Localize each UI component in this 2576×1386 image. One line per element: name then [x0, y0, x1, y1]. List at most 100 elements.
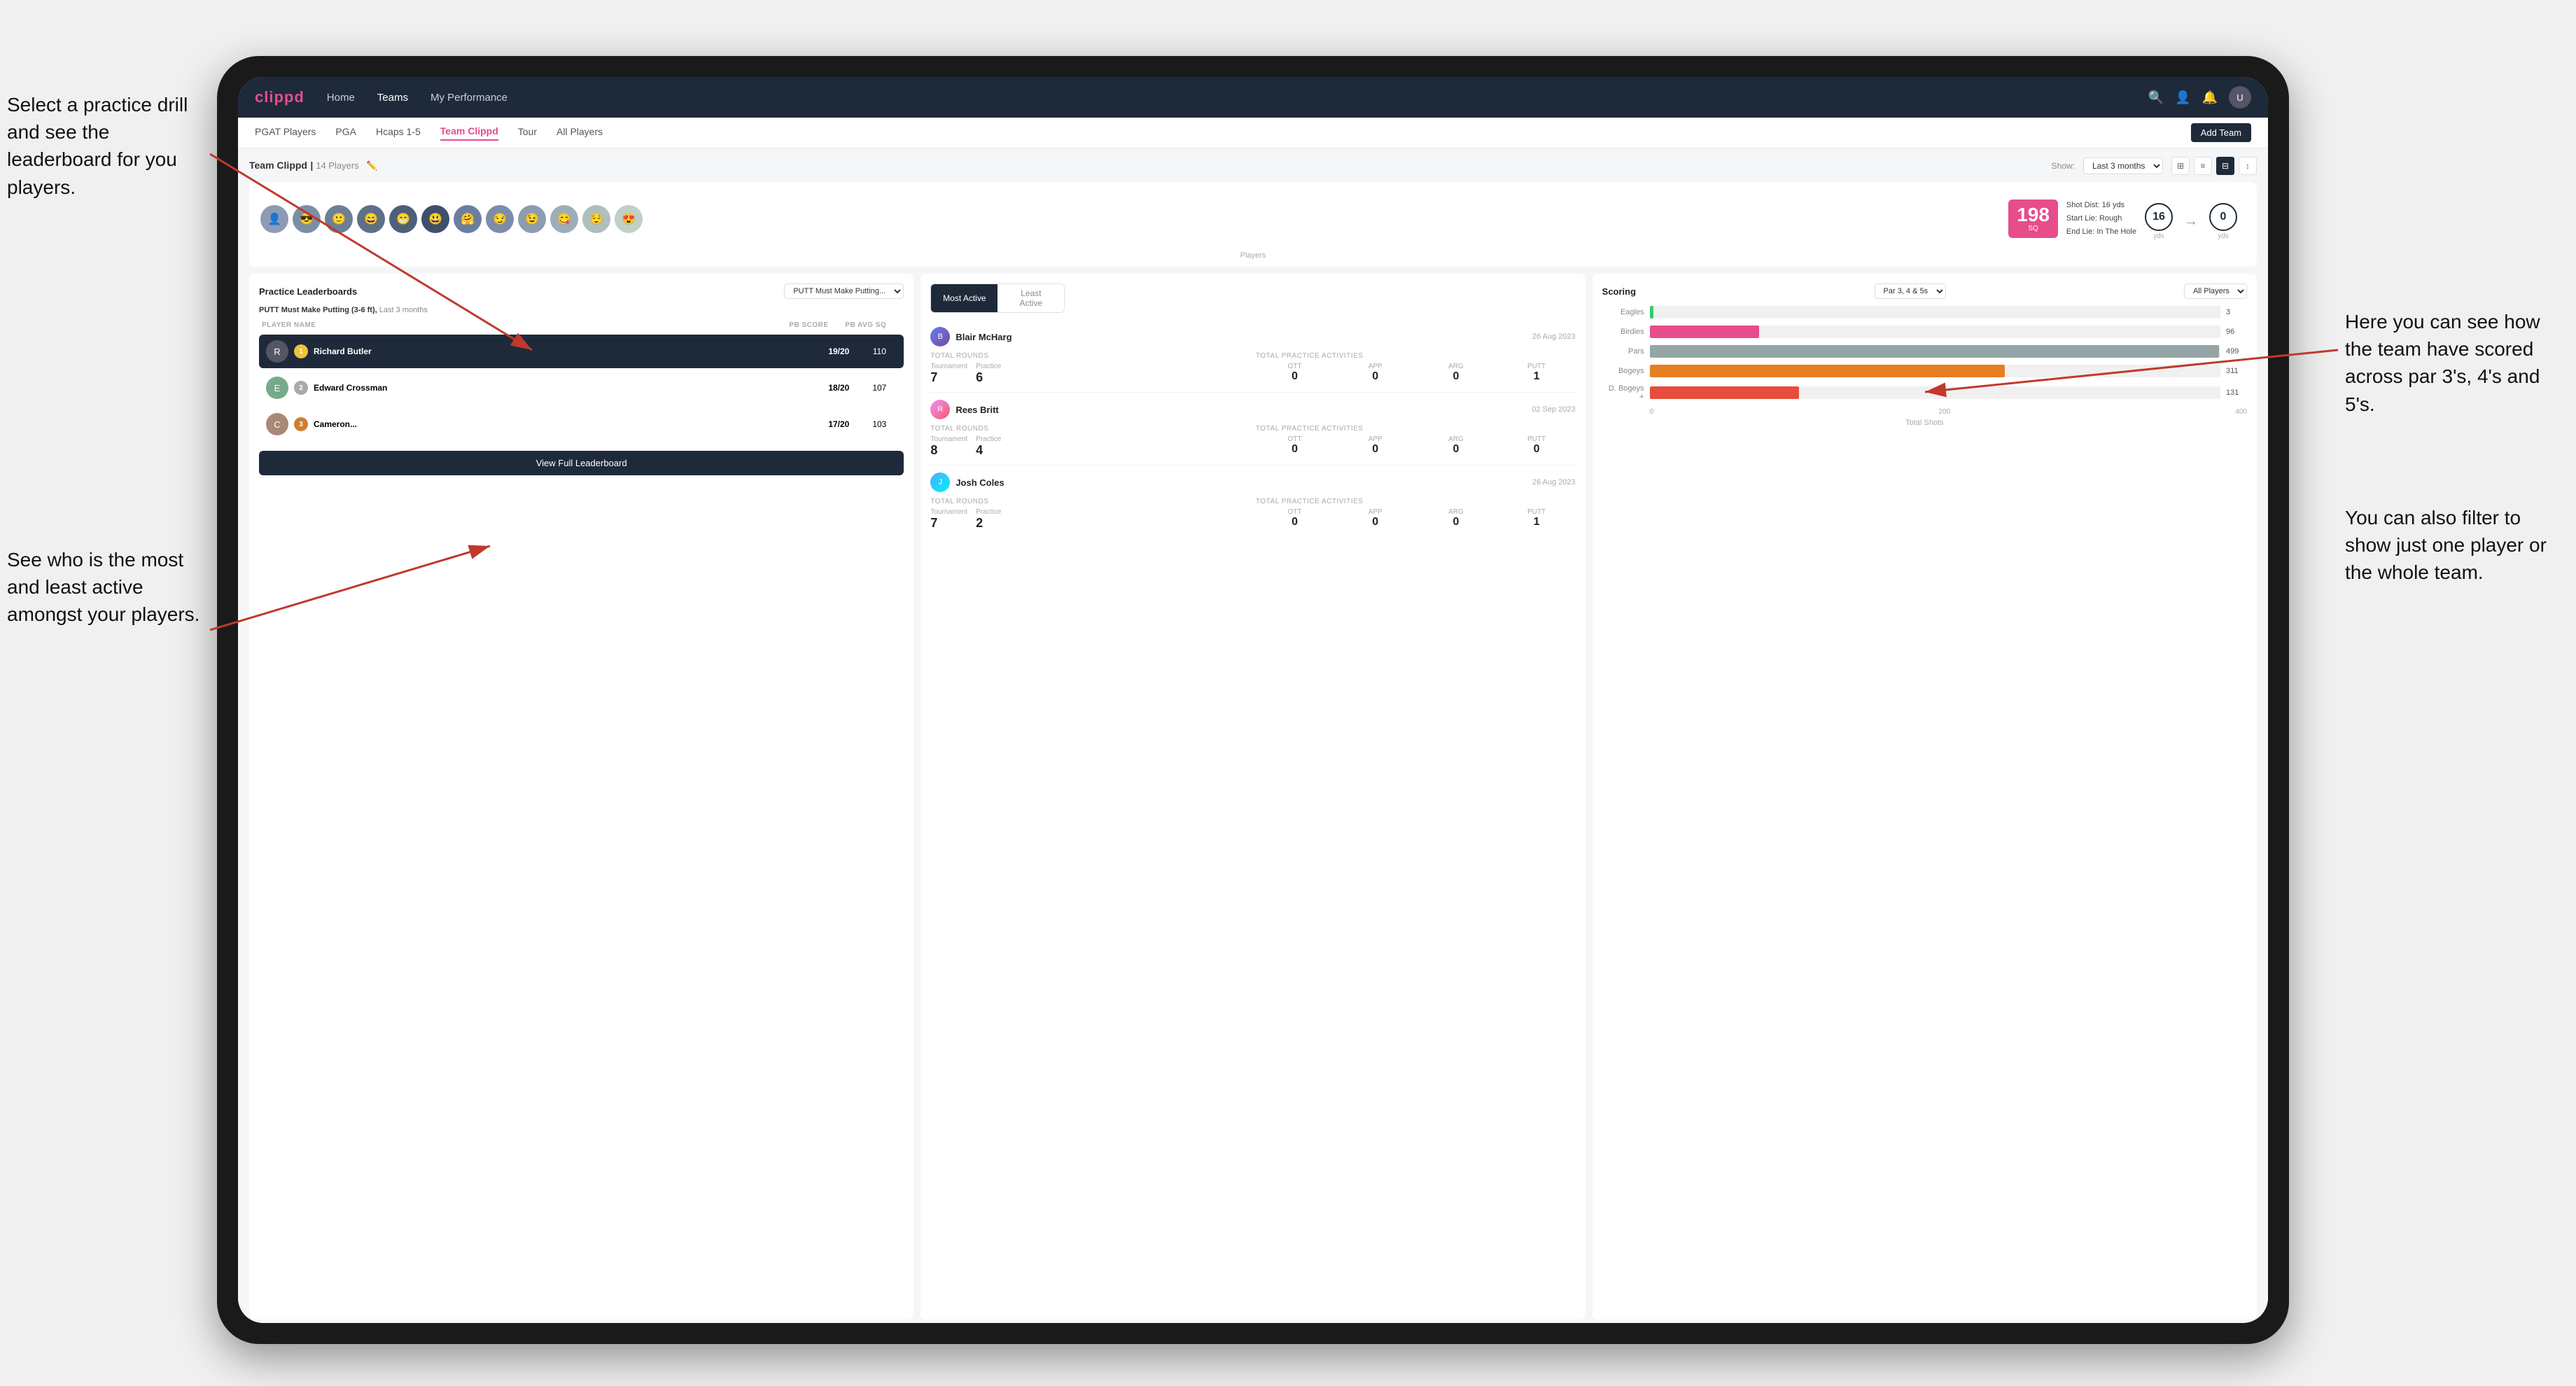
edit-team-icon[interactable]: ✏️: [366, 160, 377, 171]
activity-player-info-2: R Rees Britt: [930, 400, 998, 419]
practice-activities-1: Total Practice Activities OTT 0 APP 0: [1256, 352, 1576, 385]
tab-pga[interactable]: PGA: [335, 126, 356, 140]
stats-section-2: Total Rounds Tournament 8 Practice 4: [930, 425, 1575, 458]
yardage-end: 0 yds: [2209, 203, 2237, 240]
activity-date-3: 26 Aug 2023: [1532, 478, 1576, 486]
logo: clippd: [255, 88, 304, 106]
yardage-start: 16 yds: [2145, 203, 2173, 240]
user-icon[interactable]: 👤: [2175, 90, 2190, 105]
annotation-top-left: Select a practice drill and see the lead…: [7, 91, 203, 201]
bar-row-birdies: Birdies 96: [1602, 326, 2247, 338]
pa-values-2: OTT 0 APP 0 ARG 0: [1256, 435, 1576, 456]
activity-avatar-3: J: [930, 472, 950, 492]
bar-fill-birdies: [1650, 326, 1760, 338]
player-avatar-4[interactable]: 😄: [357, 205, 385, 233]
player-avatar-11[interactable]: 😌: [582, 205, 610, 233]
rank-badge-3: 3: [294, 417, 308, 431]
least-active-toggle[interactable]: Least Active: [997, 284, 1064, 312]
search-icon[interactable]: 🔍: [2148, 90, 2164, 105]
player-score-3: 17/20: [821, 419, 856, 429]
avatar[interactable]: U: [2229, 86, 2251, 108]
leaderboard-row-1: R 1 Richard Butler 19/20 110: [259, 335, 904, 368]
activity-name-1: Blair McHarg: [955, 332, 1011, 342]
player-avg-2: 107: [862, 383, 897, 393]
ipad-frame: clippd Home Teams My Performance 🔍 👤 🔔 U…: [217, 56, 2289, 1344]
add-team-button[interactable]: Add Team: [2191, 123, 2251, 142]
tournament-stat-3: Tournament 7: [930, 508, 967, 531]
view-list-icon[interactable]: ≡: [2194, 157, 2212, 175]
bell-icon[interactable]: 🔔: [2202, 90, 2218, 105]
nav-home[interactable]: Home: [327, 92, 355, 104]
rank-badge-1: 1: [294, 344, 308, 358]
players-filter-select[interactable]: All Players: [2184, 284, 2247, 299]
tournament-stat-2: Tournament 8: [930, 435, 967, 458]
app-1: APP 0: [1336, 363, 1414, 383]
player-avatar-7[interactable]: 🤗: [454, 205, 482, 233]
scoring-header: Scoring Par 3, 4 & 5s All Players: [1602, 284, 2247, 299]
most-active-toggle[interactable]: Most Active: [931, 284, 997, 312]
nav-teams[interactable]: Teams: [377, 92, 408, 104]
practice-activities-3: Total Practice Activities OTT 0 APP 0: [1256, 498, 1576, 531]
rounds-values-2: Tournament 8 Practice 4: [930, 435, 1250, 458]
tab-team-clippd[interactable]: Team Clippd: [440, 125, 498, 141]
subnav-right: Add Team: [2191, 123, 2251, 142]
practice-stat-1: Practice 6: [976, 363, 1001, 385]
player-avatar-6[interactable]: 😃: [421, 205, 449, 233]
bar-container-bogeys: [1650, 365, 2220, 377]
pa-values-1: OTT 0 APP 0 ARG 0: [1256, 363, 1576, 383]
bar-chart: Eagles 3 Birdies 96: [1602, 306, 2247, 401]
players-label: Players: [260, 251, 2246, 260]
view-grid-icon[interactable]: ⊞: [2171, 157, 2190, 175]
view-card-icon[interactable]: ⊟: [2216, 157, 2234, 175]
player-avatar-12[interactable]: 😍: [615, 205, 643, 233]
player-avatar-3[interactable]: 🙂: [325, 205, 353, 233]
leaderboard-row-2: E 2 Edward Crossman 18/20 107: [259, 371, 904, 405]
bar-fill-pars: [1650, 345, 2220, 358]
bar-fill-dbogeys: [1650, 386, 1800, 399]
stats-section-1: Total Rounds Tournament 7 Practice 6: [930, 352, 1575, 385]
view-sort-icon[interactable]: ↕: [2239, 157, 2257, 175]
player-avatar-10[interactable]: 😋: [550, 205, 578, 233]
view-full-leaderboard-button[interactable]: View Full Leaderboard: [259, 451, 904, 475]
content-area: Team Clippd | 14 Players ✏️ Show: Last 3…: [238, 148, 2268, 1323]
drill-select[interactable]: PUTT Must Make Putting...: [784, 284, 904, 299]
leaderboards-title: Practice Leaderboards: [259, 286, 357, 297]
activity-player-header-3: J Josh Coles 26 Aug 2023: [930, 472, 1575, 492]
player-avatar-5[interactable]: 😁: [389, 205, 417, 233]
player-avatar-8[interactable]: 😏: [486, 205, 514, 233]
shot-yardage: 16 yds → 0 yds: [2145, 203, 2237, 240]
shot-info-section: 198 SQ Shot Dist: 16 yds Start Lie: Roug…: [2000, 189, 2246, 248]
chart-xaxis: 0 200 400: [1602, 408, 2247, 416]
tab-hcaps[interactable]: Hcaps 1-5: [376, 126, 421, 140]
leaderboards-card: Practice Leaderboards PUTT Must Make Put…: [249, 274, 913, 1320]
ott-1: OTT 0: [1256, 363, 1334, 383]
practice-stat-3: Practice 2: [976, 508, 1001, 531]
player-avatar-9[interactable]: 😉: [518, 205, 546, 233]
shot-info-card: 198 SQ Shot Dist: 16 yds Start Lie: Roug…: [2000, 189, 2246, 248]
ipad-screen: clippd Home Teams My Performance 🔍 👤 🔔 U…: [238, 77, 2268, 1323]
leaderboards-header: Practice Leaderboards PUTT Must Make Put…: [259, 284, 904, 299]
shot-details: Shot Dist: 16 yds Start Lie: Rough End L…: [2066, 199, 2136, 238]
nav-my-performance[interactable]: My Performance: [430, 92, 507, 104]
tab-pgat[interactable]: PGAT Players: [255, 126, 316, 140]
players-row: 👤 😎 🙂 😄 😁 😃 🤗 😏 😉 😋 😌 😍: [260, 189, 2246, 248]
par-filter-select[interactable]: Par 3, 4 & 5s: [1875, 284, 1946, 299]
player-avatar-2[interactable]: 😎: [293, 205, 321, 233]
navbar: clippd Home Teams My Performance 🔍 👤 🔔 U: [238, 77, 2268, 118]
putt-1: PUTT 1: [1497, 363, 1575, 383]
subnav: PGAT Players PGA Hcaps 1-5 Team Clippd T…: [238, 118, 2268, 148]
rank-badge-2: 2: [294, 381, 308, 395]
bar-container-eagles: [1650, 306, 2220, 318]
team-title: Team Clippd | 14 Players ✏️: [249, 160, 377, 172]
bar-row-dbogeys: D. Bogeys + 131: [1602, 384, 2247, 401]
period-select[interactable]: Last 3 months: [2083, 158, 2163, 174]
activity-avatar-1: B: [930, 327, 950, 346]
bar-fill-eagles: [1650, 306, 1653, 318]
player-avatar-1[interactable]: 👤: [260, 205, 288, 233]
activity-name-3: Josh Coles: [955, 477, 1004, 488]
bar-container-pars: [1650, 345, 2220, 358]
tab-all-players[interactable]: All Players: [556, 126, 603, 140]
team-header: Team Clippd | 14 Players ✏️ Show: Last 3…: [249, 157, 2257, 175]
navbar-right: 🔍 👤 🔔 U: [2148, 86, 2251, 108]
tab-tour[interactable]: Tour: [518, 126, 537, 140]
